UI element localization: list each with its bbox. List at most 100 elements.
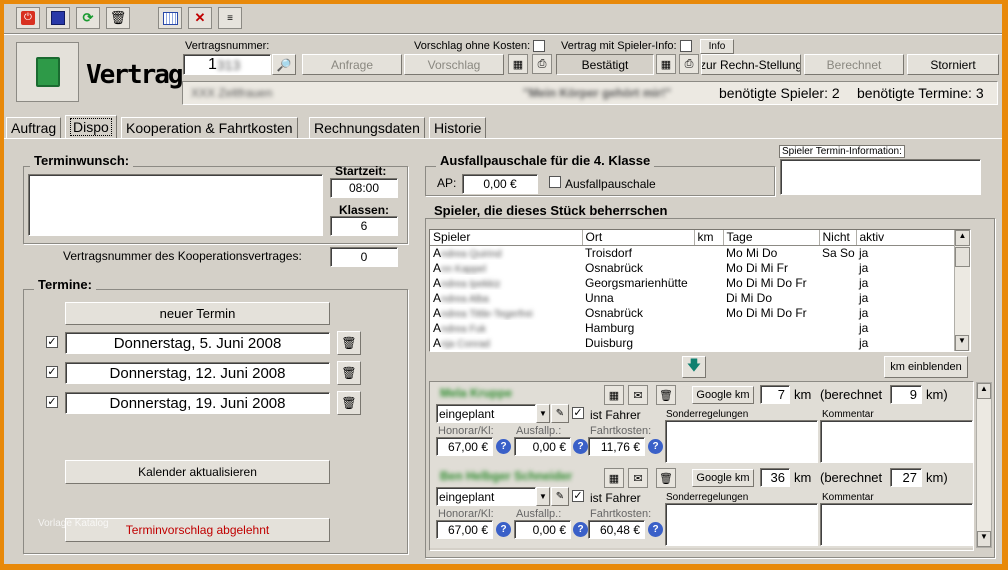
google-km-button[interactable]: Google km <box>692 469 754 487</box>
berechnet-button[interactable]: Berechnet <box>804 54 904 75</box>
tab-rechnungsdaten[interactable]: Rechnungsdaten <box>309 117 425 139</box>
calendar-icon[interactable]: ▦ <box>604 468 624 488</box>
honorar-field[interactable]: 67,00 € <box>436 437 493 456</box>
wand-icon[interactable]: ✎ <box>551 487 569 506</box>
calendar-icon[interactable]: ▦ <box>508 54 528 74</box>
ausfallp-field[interactable]: 0,00 € <box>514 520 571 539</box>
termin-date-field[interactable]: Donnerstag, 12. Juni 2008 <box>65 362 330 384</box>
info-button[interactable]: Info <box>700 39 734 54</box>
table-row[interactable]: Andrea Ipekkiz Georgsmarienhütte Mo Di Mi … <box>430 275 954 290</box>
bestaetigt-button[interactable]: Bestätigt <box>556 54 654 75</box>
column-header[interactable]: aktiv <box>856 230 955 246</box>
refresh-icon[interactable]: ⟳ <box>76 7 100 29</box>
tab-dispo[interactable]: Dispo <box>65 115 117 139</box>
trash-icon[interactable]: 🗑 <box>337 391 361 415</box>
ist-fahrer-checkbox[interactable]: ✓ <box>572 407 584 419</box>
calendar-icon[interactable] <box>158 7 182 29</box>
fahrtkosten-field[interactable]: 60,48 € <box>588 520 645 539</box>
google-km-button[interactable]: Google km <box>692 386 754 404</box>
chevron-down-icon[interactable]: ▼ <box>536 404 550 423</box>
berechnet-field[interactable]: 9 <box>890 385 922 404</box>
termin-checkbox[interactable]: ✓ <box>46 396 58 408</box>
search-icon[interactable]: 🔎 <box>272 54 296 75</box>
status-select[interactable]: eingeplant <box>436 404 536 423</box>
help-icon[interactable]: ? <box>573 522 588 537</box>
kooperation-field[interactable]: 0 <box>330 247 398 267</box>
honorar-field[interactable]: 67,00 € <box>436 520 493 539</box>
sonderregelungen-field[interactable] <box>665 503 818 546</box>
scroll-down-icon[interactable]: ▼ <box>955 335 969 351</box>
printer-icon[interactable]: ⎙ <box>532 54 552 74</box>
neuer-termin-button[interactable]: neuer Termin <box>65 302 330 325</box>
scroll-thumb[interactable] <box>955 247 970 267</box>
termin-checkbox[interactable]: ✓ <box>46 366 58 378</box>
status-select[interactable]: eingeplant <box>436 487 536 506</box>
power-icon[interactable]: ⏻ <box>16 7 40 29</box>
ausfallpauschale-checkbox[interactable] <box>549 176 561 188</box>
help-icon[interactable]: ? <box>573 439 588 454</box>
save-icon[interactable] <box>46 7 70 29</box>
kommentar-field[interactable] <box>820 503 973 546</box>
rechnungsstellung-button[interactable]: zur Rechn-Stellung <box>701 54 801 75</box>
trash-icon[interactable]: 🗑 <box>337 361 361 385</box>
trash-icon[interactable]: 🗑 <box>337 331 361 355</box>
help-icon[interactable]: ? <box>496 522 511 537</box>
calendar-icon[interactable]: ▦ <box>604 385 624 405</box>
km-field[interactable]: 36 <box>760 468 790 487</box>
help-icon[interactable]: ? <box>496 439 511 454</box>
chevron-down-icon[interactable]: ▼ <box>536 487 550 506</box>
berechnet-field[interactable]: 27 <box>890 468 922 487</box>
terminwunsch-textarea[interactable] <box>28 174 323 236</box>
printer-icon[interactable]: ⎙ <box>679 54 699 74</box>
km-field[interactable]: 7 <box>760 385 790 404</box>
table-row[interactable]: Andrea Tittle-Tegerfrei Osnabrück Mo Di Mi… <box>430 305 954 320</box>
table-row[interactable]: Andrea Alba Unna Di Mi Do ja <box>430 290 954 305</box>
contract-number-field[interactable]: 1 313 <box>183 54 271 75</box>
ap-field[interactable]: 0,00 € <box>462 174 538 194</box>
tab-historie[interactable]: Historie <box>429 117 487 139</box>
anfrage-button[interactable]: Anfrage <box>302 54 402 75</box>
termin-date-field[interactable]: Donnerstag, 5. Juni 2008 <box>65 332 330 354</box>
print-list-icon[interactable]: ≡ <box>218 7 242 29</box>
kommentar-field[interactable] <box>820 420 973 463</box>
vorschlag-ohne-kosten-checkbox[interactable] <box>533 40 545 52</box>
column-header[interactable]: Ort <box>582 230 695 246</box>
table-row[interactable]: Andrea Quirind Troisdorf Mo Mi Do Sa So ja <box>430 245 954 260</box>
tab-kooperation[interactable]: Kooperation & Fahrtkosten <box>121 117 298 139</box>
column-header[interactable]: Nicht <box>819 230 857 246</box>
ausfallp-field[interactable]: 0,00 € <box>514 437 571 456</box>
scroll-up-icon[interactable]: ▲ <box>955 230 970 246</box>
arrow-down-icon[interactable]: 🡇 <box>682 356 706 378</box>
calendar-delete-icon[interactable]: ✕ <box>188 7 212 29</box>
column-header[interactable]: Spieler <box>430 230 583 246</box>
storniert-button[interactable]: Storniert <box>907 54 999 75</box>
termin-checkbox[interactable]: ✓ <box>46 336 58 348</box>
help-icon[interactable]: ? <box>648 522 663 537</box>
trash-icon[interactable]: 🗑 <box>656 385 676 405</box>
fahrtkosten-field[interactable]: 11,76 € <box>588 437 645 456</box>
scroll-up-icon[interactable]: ▲ <box>977 383 991 399</box>
mail-icon[interactable]: ✉ <box>628 468 648 488</box>
sonderregelungen-field[interactable] <box>665 420 818 463</box>
column-header[interactable]: Tage <box>723 230 820 246</box>
vorschlag-button[interactable]: Vorschlag <box>404 54 504 75</box>
mail-icon[interactable]: ✉ <box>628 385 648 405</box>
kalender-aktualisieren-button[interactable]: Kalender aktualisieren <box>65 460 330 484</box>
column-header[interactable]: km <box>694 230 724 246</box>
km-einblenden-button[interactable]: km einblenden <box>884 356 968 378</box>
delete-icon[interactable]: 🗑 <box>106 7 130 29</box>
startzeit-field[interactable]: 08:00 <box>330 178 398 198</box>
players-table[interactable]: Spieler Ort km Tage Nicht aktiv Andrea Quirin… <box>429 229 971 352</box>
spieler-info-field[interactable] <box>780 159 981 195</box>
table-row[interactable]: Anja Conrad Duisburg ja <box>430 335 954 350</box>
scroll-down-icon[interactable]: ▼ <box>977 531 991 547</box>
assignments-scrollbar[interactable]: ▲ ▼ <box>976 382 992 548</box>
klassen-field[interactable]: 6 <box>330 216 398 236</box>
termin-date-field[interactable]: Donnerstag, 19. Juni 2008 <box>65 392 330 414</box>
players-scrollbar[interactable]: ▲ ▼ <box>954 230 970 351</box>
spieler-info-checkbox[interactable] <box>680 40 692 52</box>
ist-fahrer-checkbox[interactable]: ✓ <box>572 490 584 502</box>
wand-icon[interactable]: ✎ <box>551 404 569 423</box>
trash-icon[interactable]: 🗑 <box>656 468 676 488</box>
table-row[interactable]: Ann Kappel Osnabrück Mo Di Mi Fr ja <box>430 260 954 275</box>
